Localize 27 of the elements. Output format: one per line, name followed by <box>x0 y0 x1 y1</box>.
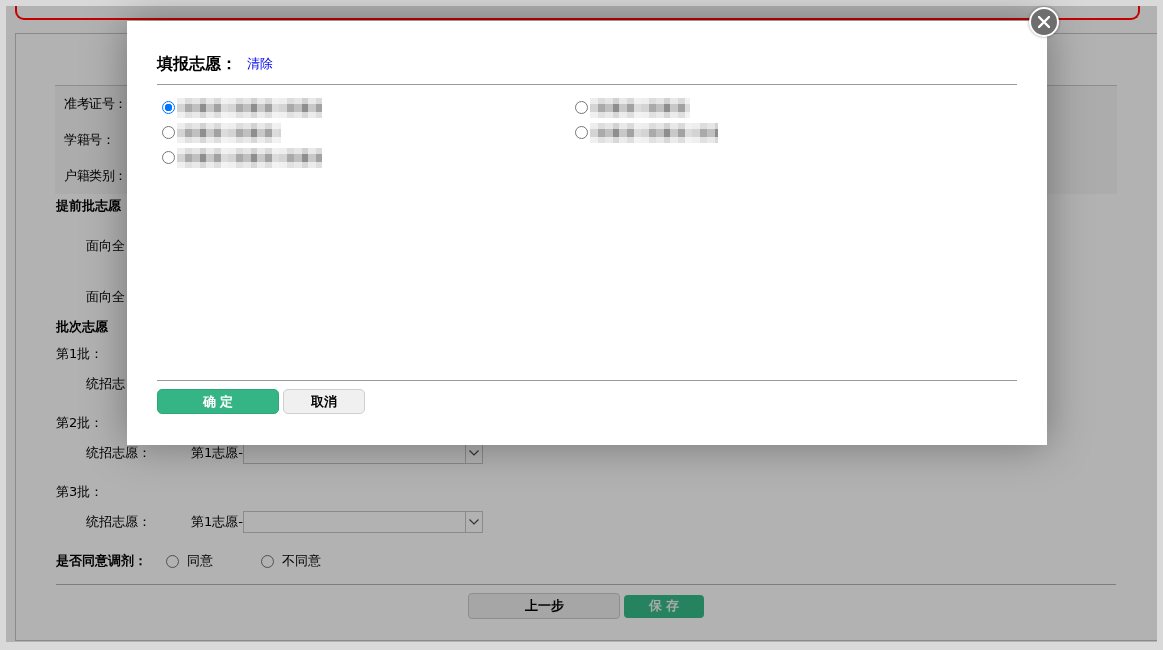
field-label: 学籍号： <box>64 131 115 149</box>
clear-link[interactable]: 清除 <box>247 55 273 73</box>
dialog-title: 填报志愿： <box>157 53 237 75</box>
field-label: 是否同意调剂： <box>56 552 148 570</box>
field-label: 户籍类别： <box>64 167 127 185</box>
field-label: 面向全 <box>86 237 125 255</box>
close-icon <box>1038 16 1050 28</box>
section-heading: 批次志愿 <box>56 318 108 336</box>
field-label: 面向全 <box>86 288 125 306</box>
chevron-down-icon <box>468 519 479 525</box>
choice-label: 第1志愿- <box>191 513 243 531</box>
field-label: 统招志愿： <box>86 444 152 462</box>
chevron-down-icon <box>468 450 479 456</box>
field-label: 统招志 <box>86 375 125 393</box>
batch-label: 第2批： <box>56 414 104 432</box>
cancel-button[interactable]: 取消 <box>283 389 365 414</box>
option-label: 不同意 <box>282 552 321 570</box>
choice-label: 第1志愿- <box>191 444 243 462</box>
field-label: 准考证号： <box>64 95 127 113</box>
batch-label: 第3批： <box>56 483 104 501</box>
radio-button[interactable] <box>162 101 175 114</box>
option-label: 同意 <box>187 552 213 570</box>
section-heading: 提前批志愿 <box>56 197 121 215</box>
dropdown-field[interactable] <box>242 511 483 533</box>
field-label: 统招志愿： <box>86 513 152 531</box>
back-button[interactable]: 上一步 <box>468 593 620 619</box>
batch-label: 第1批： <box>56 345 104 363</box>
